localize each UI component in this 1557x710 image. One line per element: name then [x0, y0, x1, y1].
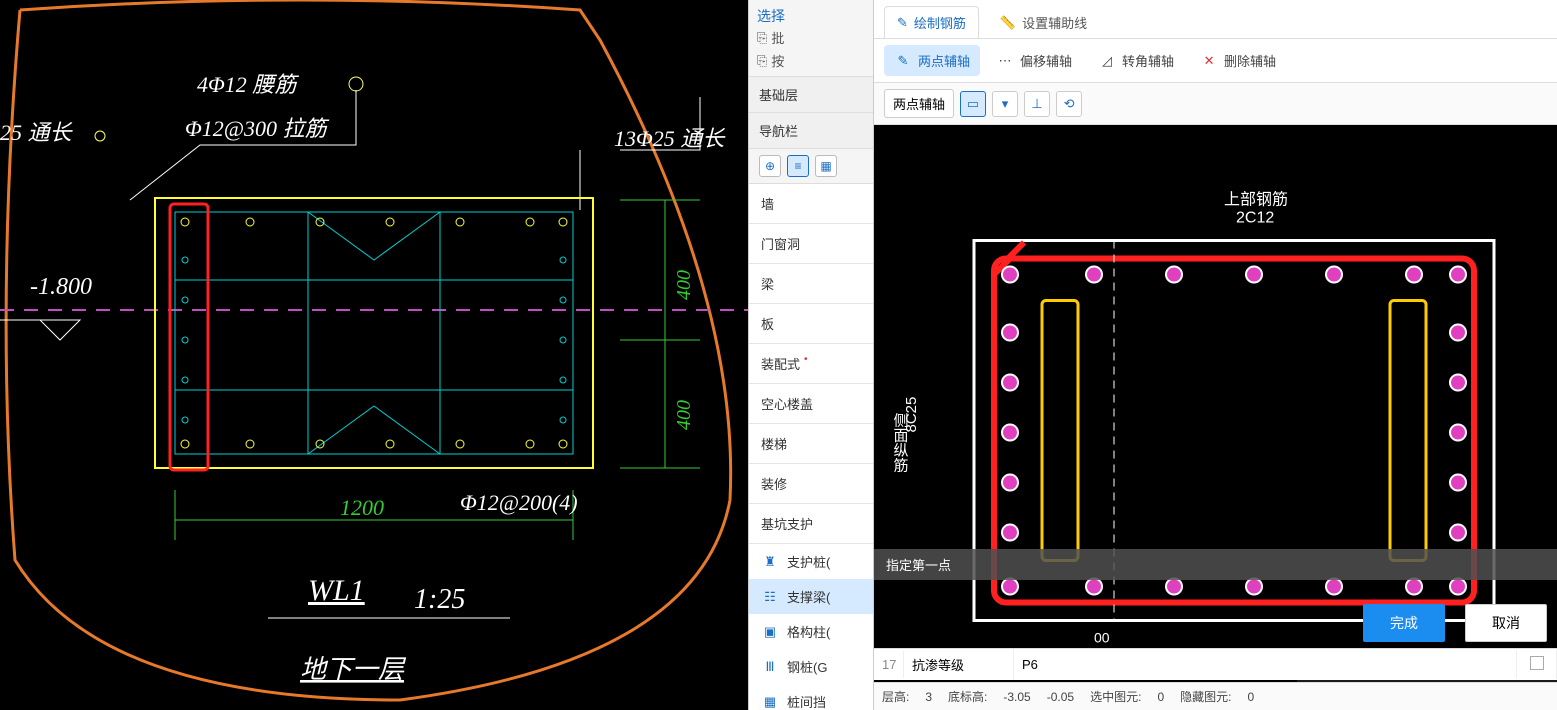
editor-tabbar: ✎绘制钢筋 📏设置辅助线 [874, 0, 1557, 39]
cat-pit[interactable]: 基坑支护 [749, 504, 873, 544]
category-list: 墙 门窗洞 梁 板 装配式 空心楼盖 楼梯 装修 基坑支护 ♜支护桩( ☷支撑梁… [749, 184, 873, 710]
aux-corner[interactable]: ◿转角辅轴 [1088, 45, 1184, 76]
ok-button[interactable]: 完成 [1363, 604, 1445, 642]
sub-pile-retain[interactable]: ▦桩间挡 [749, 684, 873, 710]
checkbox-icon [1530, 656, 1544, 670]
svg-text:WL1: WL1 [308, 574, 365, 607]
delete-axis-icon: ✕ [1200, 53, 1218, 69]
lattice-icon: ▣ [761, 623, 779, 641]
svg-text:Φ12@200(4): Φ12@200(4) [460, 490, 578, 515]
sub-lattice-col[interactable]: ▣格构柱( [749, 614, 873, 649]
mode-dropdown[interactable]: 两点辅轴 [884, 89, 954, 118]
f-sel-val: 0 [1157, 690, 1164, 704]
cancel-button[interactable]: 取消 [1465, 604, 1547, 642]
svg-text:1:25: 1:25 [414, 584, 465, 615]
cat-beam[interactable]: 梁 [749, 264, 873, 304]
svg-text:4Φ12 腰筋: 4Φ12 腰筋 [197, 72, 299, 97]
floor-selector[interactable]: 基础层 [749, 77, 873, 113]
cat-finish[interactable]: 装修 [749, 464, 873, 504]
f-h-val: 3 [925, 690, 932, 704]
tab-draw-rebar[interactable]: ✎绘制钢筋 [884, 6, 979, 38]
f-hid-val: 0 [1247, 690, 1254, 704]
cat-slab[interactable]: 板 [749, 304, 873, 344]
sub-support-pile[interactable]: ♜支护桩( [749, 544, 873, 579]
f-h-label: 层高: [882, 688, 909, 705]
offset-icon: ⋯ [996, 53, 1014, 69]
f-b-val1: -3.05 [1003, 690, 1030, 704]
pile-icon: ♜ [761, 553, 779, 571]
f-hid-label: 隐藏图元: [1180, 688, 1231, 705]
select-rect-icon[interactable]: ▭ [960, 91, 986, 117]
cat-stair[interactable]: 楼梯 [749, 424, 873, 464]
svg-text:00: 00 [1094, 630, 1110, 646]
status-footer: 层高: 3 底标高: -3.05 -0.05 选中图元: 0 隐藏图元: 0 [874, 682, 1557, 710]
command-prompt: 指定第一点 [874, 549, 1557, 580]
cat-prefab[interactable]: 装配式 [749, 344, 873, 384]
by-icon: ⎘ [757, 53, 767, 69]
ruler-icon: 📏 [1000, 15, 1016, 31]
draw-mode-toolbar: 两点辅轴 ▭ ▾ ⊥ ⟲ [874, 83, 1557, 125]
rebar-editor-panel: ✎绘制钢筋 📏设置辅助线 ✎两点辅轴 ⋯偏移辅轴 ◿转角辅轴 ✕删除辅轴 两点辅… [874, 0, 1557, 710]
svg-text:8C25: 8C25 [903, 397, 920, 433]
cat-wall[interactable]: 墙 [749, 184, 873, 224]
f-b-val2: -0.05 [1047, 690, 1074, 704]
view-tree-icon[interactable]: ⊕ [759, 155, 781, 177]
pencil-icon: ✎ [897, 15, 908, 31]
f-b-label: 底标高: [948, 688, 987, 705]
svg-text:地下一层: 地下一层 [300, 655, 407, 684]
svg-text:Φ12@300 拉筋: Φ12@300 拉筋 [185, 116, 329, 141]
svg-text:400: 400 [673, 400, 695, 430]
aux-two-point[interactable]: ✎两点辅轴 [884, 45, 980, 76]
cad-drawing: 4Φ12 腰筋 Φ12@300 拉筋 25 通长 13Φ25 通长 -1.800 [0, 0, 748, 710]
toolbar-batch[interactable]: ⎘批 [757, 28, 865, 47]
dialog-buttons: 完成 取消 [1363, 604, 1547, 642]
row-value[interactable]: P6 [1014, 651, 1517, 678]
steel-icon: Ⅲ [761, 658, 779, 676]
cad-viewport[interactable]: 4Φ12 腰筋 Φ12@300 拉筋 25 通长 13Φ25 通长 -1.800 [0, 0, 748, 710]
aux-axis-toolbar: ✎两点辅轴 ⋯偏移辅轴 ◿转角辅轴 ✕删除辅轴 [874, 39, 1557, 83]
svg-text:-1.800: -1.800 [30, 274, 92, 300]
grid-icon: ▦ [761, 693, 779, 710]
f-sel-label: 选中图元: [1090, 688, 1141, 705]
sub-support-beam[interactable]: ☷支撑梁( [749, 579, 873, 614]
toolbar-by[interactable]: ⎘按 [757, 51, 865, 70]
tab-aux-line[interactable]: 📏设置辅助线 [987, 6, 1100, 38]
caret-icon[interactable]: ▾ [992, 91, 1018, 117]
corner-icon: ◿ [1098, 53, 1116, 69]
row-checkbox-cell[interactable] [1517, 650, 1557, 679]
perpendicular-icon[interactable]: ⊥ [1024, 91, 1050, 117]
snap-icon[interactable]: ⟲ [1056, 91, 1082, 117]
svg-text:25 通长: 25 通长 [0, 120, 74, 145]
sub-steel-pile[interactable]: Ⅲ钢桩(G [749, 649, 873, 684]
cat-hollow[interactable]: 空心楼盖 [749, 384, 873, 424]
nav-label: 导航栏 [749, 113, 873, 149]
category-sidebar: 选择 ⎘批 ⎘按 基础层 导航栏 ⊕ ≡ ▦ 墙 门窗洞 梁 板 装配式 空心楼… [748, 0, 874, 710]
view-list-icon[interactable]: ≡ [787, 155, 809, 177]
beam-icon: ☷ [761, 588, 779, 606]
svg-text:400: 400 [673, 270, 695, 300]
property-row: 17 抗渗等级 P6 [874, 648, 1557, 680]
view-grid-icon[interactable]: ▦ [815, 155, 837, 177]
svg-text:2C12: 2C12 [1236, 210, 1274, 227]
svg-text:1200: 1200 [340, 495, 384, 520]
nav-view-toolbar: ⊕ ≡ ▦ [749, 149, 873, 184]
row-label: 抗渗等级 [904, 649, 1014, 680]
svg-text:上部钢筋: 上部钢筋 [1224, 191, 1288, 209]
svg-text:13Φ25 通长: 13Φ25 通长 [614, 126, 726, 151]
batch-icon: ⎘ [757, 30, 767, 46]
select-label[interactable]: 选择 [757, 6, 865, 26]
row-number: 17 [874, 651, 904, 678]
aux-offset[interactable]: ⋯偏移辅轴 [986, 45, 1082, 76]
cat-opening[interactable]: 门窗洞 [749, 224, 873, 264]
aux-delete[interactable]: ✕删除辅轴 [1190, 45, 1286, 76]
two-point-icon: ✎ [894, 53, 912, 69]
